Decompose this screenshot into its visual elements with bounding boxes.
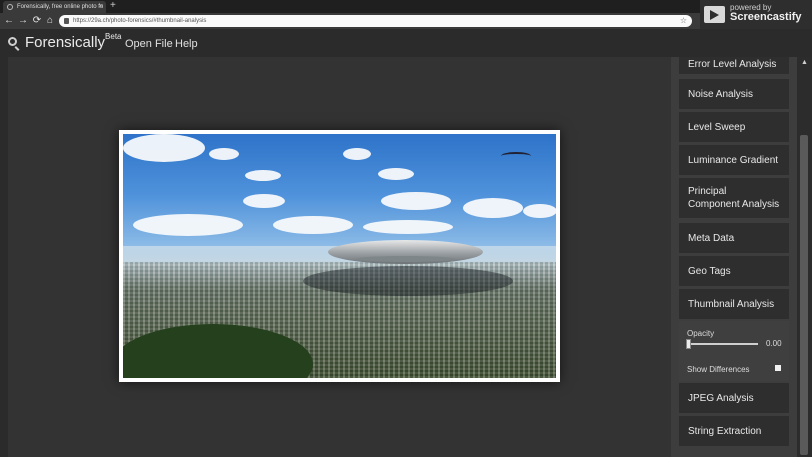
screen: Forensically, free online photo fo × + ←… — [0, 0, 812, 457]
cloud — [363, 220, 453, 234]
opacity-slider[interactable] — [688, 343, 758, 345]
screencastify-logo-icon — [704, 6, 725, 23]
sidebar-item-meta-data[interactable]: Meta Data — [679, 223, 789, 253]
show-differences-checkbox[interactable] — [775, 365, 781, 371]
sidebar-item-jpeg-analysis[interactable]: JPEG Analysis — [679, 383, 789, 413]
cloud — [378, 168, 414, 180]
app-header: ForensicallyBeta Open File Help — [0, 29, 812, 57]
cloud — [273, 216, 353, 234]
favicon-icon — [7, 4, 13, 10]
open-file-link[interactable]: Open File — [125, 38, 173, 50]
thumbnail-analysis-panel: Opacity 0.00 Show Differences — [679, 321, 789, 381]
bookmark-star-icon[interactable]: ☆ — [680, 15, 687, 27]
address-url: https://29a.ch/photo-forensics/#thumbnai… — [73, 18, 207, 24]
sidebar-item-label: Error Level Analysis — [688, 59, 777, 70]
sidebar-item-string-extraction[interactable]: String Extraction — [679, 416, 789, 446]
forward-button[interactable]: → — [17, 14, 29, 28]
cloud — [123, 134, 205, 162]
image-viewer[interactable] — [8, 57, 671, 457]
ufo-shadow — [303, 266, 513, 296]
screencastify-name: Screencastify — [730, 11, 802, 23]
sidebar-item-label: JPEG Analysis — [688, 392, 754, 404]
opacity-value: 0.00 — [766, 339, 782, 348]
new-tab-button[interactable]: + — [110, 0, 116, 12]
tool-sidebar: Error Level Analysis Noise Analysis Leve… — [671, 57, 797, 457]
app-brand[interactable]: ForensicallyBeta — [25, 32, 122, 51]
sidebar-scrollbar[interactable]: ▲ — [797, 57, 812, 457]
sidebar-item-label: Principal Component Analysis — [688, 186, 780, 210]
sidebar-item-label: Meta Data — [688, 232, 735, 244]
browser-tab[interactable]: Forensically, free online photo fo × — [3, 1, 106, 13]
sidebar-item-label: Thumbnail Analysis — [688, 298, 775, 310]
tab-title: Forensically, free online photo fo — [17, 4, 104, 10]
app-brand-beta: Beta — [105, 32, 122, 41]
cloud — [523, 204, 556, 218]
sidebar-item-label: Level Sweep — [688, 121, 746, 133]
paraglider — [501, 152, 531, 160]
sidebar-item-label: Luminance Gradient — [688, 154, 779, 166]
back-button[interactable]: ← — [3, 14, 15, 28]
help-link[interactable]: Help — [175, 38, 198, 50]
reload-button[interactable]: ⟳ — [31, 14, 43, 28]
app-brand-name: Forensically — [25, 34, 106, 51]
sidebar-item-luminance-gradient[interactable]: Luminance Gradient — [679, 145, 789, 175]
opacity-label: Opacity — [687, 329, 715, 338]
cloud — [245, 170, 281, 181]
home-button[interactable]: ⌂ — [44, 14, 56, 28]
sidebar-item-noise-analysis[interactable]: Noise Analysis — [679, 79, 789, 109]
photo-frame — [119, 130, 560, 382]
browser-tabbar: Forensically, free online photo fo × + — [0, 0, 812, 13]
analyzed-photo — [123, 134, 556, 378]
cloud — [209, 148, 239, 160]
screencastify-watermark: powered by Screencastify — [700, 0, 812, 29]
sidebar-item-geo-tags[interactable]: Geo Tags — [679, 256, 789, 286]
sidebar-item-label: Noise Analysis — [688, 88, 754, 100]
show-differences-label: Show Differences — [687, 365, 750, 374]
lock-icon — [64, 18, 69, 24]
cloud — [243, 194, 285, 208]
sidebar-item-label: Geo Tags — [688, 265, 731, 277]
sidebar-item-principal-component-analysis[interactable]: Principal Component Analysis — [679, 178, 789, 218]
cloud — [381, 192, 451, 210]
browser-toolbar: ← → ⟳ ⌂ https://29a.ch/photo-forensics/#… — [0, 13, 812, 29]
address-bar[interactable]: https://29a.ch/photo-forensics/#thumbnai… — [59, 15, 692, 27]
cloud — [343, 148, 371, 160]
cloud — [463, 198, 523, 218]
close-tab-icon[interactable]: × — [99, 1, 103, 13]
cloud — [133, 214, 243, 236]
sidebar-item-error-level-analysis[interactable]: Error Level Analysis — [679, 57, 789, 74]
sidebar-item-level-sweep[interactable]: Level Sweep — [679, 112, 789, 142]
scrollbar-thumb[interactable] — [800, 135, 808, 455]
sidebar-item-thumbnail-analysis[interactable]: Thumbnail Analysis — [679, 289, 789, 319]
scroll-up-arrow-icon[interactable]: ▲ — [801, 59, 808, 66]
opacity-slider-handle[interactable] — [686, 339, 691, 349]
sidebar-item-label: String Extraction — [688, 425, 762, 437]
magnifier-icon — [8, 37, 17, 46]
ufo-rim — [355, 256, 455, 262]
